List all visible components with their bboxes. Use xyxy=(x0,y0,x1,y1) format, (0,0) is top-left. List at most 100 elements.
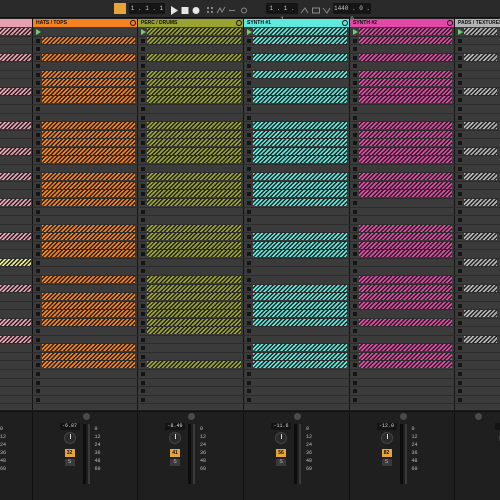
clip-stop-button[interactable] xyxy=(458,89,462,94)
clip-stop-button[interactable] xyxy=(247,158,251,163)
clip-stop-button[interactable] xyxy=(458,226,462,231)
clip-stop-button[interactable] xyxy=(247,329,251,334)
clip-stop-button[interactable] xyxy=(353,106,357,111)
clip-stop-button[interactable] xyxy=(141,98,145,103)
clip-stop-button[interactable] xyxy=(458,38,462,43)
clip-stop-button[interactable] xyxy=(353,55,357,60)
clip[interactable] xyxy=(464,173,497,181)
clip[interactable] xyxy=(0,173,31,181)
clip[interactable] xyxy=(253,190,347,198)
clip-stop-button[interactable] xyxy=(353,124,357,129)
clip-stop-button[interactable] xyxy=(458,115,462,120)
clip[interactable] xyxy=(42,181,135,189)
clip[interactable] xyxy=(464,87,497,95)
clip[interactable] xyxy=(359,301,452,309)
clip-stop-button[interactable] xyxy=(36,192,40,197)
clip-stop-button[interactable] xyxy=(141,183,145,188)
clip-stop-button[interactable] xyxy=(247,260,251,265)
clip-stop-button[interactable] xyxy=(36,226,40,231)
clip-stop-button[interactable] xyxy=(458,192,462,197)
clip-stop-button[interactable] xyxy=(36,132,40,137)
clip-stop-button[interactable] xyxy=(458,372,462,376)
clip-stop-button[interactable] xyxy=(458,243,462,248)
clip[interactable] xyxy=(0,147,31,155)
clip-stop-button[interactable] xyxy=(36,175,40,180)
track-activator[interactable]: 41 xyxy=(170,449,180,457)
stop-button[interactable] xyxy=(180,3,190,14)
clip[interactable] xyxy=(253,96,347,104)
track-header[interactable]: SYNTH #1 xyxy=(244,19,350,27)
clip-stop-button[interactable] xyxy=(141,64,145,69)
clip-stop-button[interactable] xyxy=(141,38,145,43)
clip-stop-button[interactable] xyxy=(141,389,145,394)
clip-stop-button[interactable] xyxy=(353,337,357,342)
clip[interactable] xyxy=(147,79,241,87)
clip-stop-button[interactable] xyxy=(247,252,251,257)
clip[interactable] xyxy=(42,87,135,95)
clip[interactable] xyxy=(0,199,31,206)
clip[interactable] xyxy=(147,190,241,198)
clip-stop-button[interactable] xyxy=(141,149,145,154)
clip[interactable] xyxy=(42,130,135,138)
clip[interactable] xyxy=(147,361,241,369)
clip-stop-button[interactable] xyxy=(141,158,145,163)
clip[interactable] xyxy=(147,293,241,301)
volume-fader[interactable] xyxy=(299,424,301,484)
clip[interactable] xyxy=(147,284,241,292)
clip[interactable] xyxy=(359,275,452,283)
clip[interactable] xyxy=(42,361,135,369)
clip-stop-button[interactable] xyxy=(353,38,357,43)
clip-stop-button[interactable] xyxy=(247,235,251,240)
clip[interactable] xyxy=(253,318,347,326)
clip-stop-button[interactable] xyxy=(36,243,40,248)
clip[interactable] xyxy=(253,241,347,249)
clip[interactable] xyxy=(464,199,497,206)
clip-stop-button[interactable] xyxy=(36,218,40,223)
clip[interactable] xyxy=(147,250,241,258)
clip[interactable] xyxy=(359,241,452,249)
clip[interactable] xyxy=(42,122,135,130)
clip-stop-button[interactable] xyxy=(247,226,251,231)
clip-stop-button[interactable] xyxy=(353,132,357,137)
clip[interactable] xyxy=(464,284,497,292)
fold-icon[interactable] xyxy=(447,20,453,26)
clip[interactable] xyxy=(359,36,452,44)
clip-stop-button[interactable] xyxy=(141,260,145,265)
clip[interactable] xyxy=(147,96,241,104)
clip[interactable] xyxy=(147,28,241,35)
clip[interactable] xyxy=(253,36,347,44)
clip[interactable] xyxy=(147,233,241,241)
clip-stop-button[interactable] xyxy=(458,354,462,359)
clip[interactable] xyxy=(42,301,135,309)
automation-arm-button[interactable] xyxy=(216,3,226,14)
clip-stop-button[interactable] xyxy=(36,346,40,351)
clip-stop-button[interactable] xyxy=(353,47,357,52)
solo-button[interactable]: S xyxy=(64,459,75,466)
clip-launch-button[interactable] xyxy=(247,29,252,35)
clip-stop-button[interactable] xyxy=(247,354,251,359)
clip-stop-button[interactable] xyxy=(36,320,40,325)
clip-stop-button[interactable] xyxy=(36,277,40,282)
clip-stop-button[interactable] xyxy=(353,64,357,69)
clip-stop-button[interactable] xyxy=(36,252,40,257)
play-button[interactable] xyxy=(169,3,179,15)
clip-stop-button[interactable] xyxy=(141,252,145,257)
clip[interactable] xyxy=(359,224,452,232)
track-volume-readout[interactable]: -6.87 xyxy=(59,423,80,430)
song-position-field[interactable]: 1 . 1 . 1 xyxy=(129,3,165,14)
clip[interactable] xyxy=(253,173,347,181)
clip[interactable] xyxy=(147,327,241,335)
clip-launch-button[interactable] xyxy=(36,29,41,35)
clip-stop-button[interactable] xyxy=(247,98,251,103)
clip-stop-button[interactable] xyxy=(247,47,251,52)
clip-stop-button[interactable] xyxy=(36,81,40,86)
clip-stop-button[interactable] xyxy=(458,329,462,334)
clip-stop-button[interactable] xyxy=(141,175,145,180)
clip[interactable] xyxy=(42,139,135,147)
clip[interactable] xyxy=(253,181,347,189)
clip-stop-button[interactable] xyxy=(353,389,357,394)
clip[interactable] xyxy=(147,87,241,95)
clip[interactable] xyxy=(253,53,347,61)
clip-stop-button[interactable] xyxy=(247,320,251,325)
clip-stop-button[interactable] xyxy=(458,312,462,317)
